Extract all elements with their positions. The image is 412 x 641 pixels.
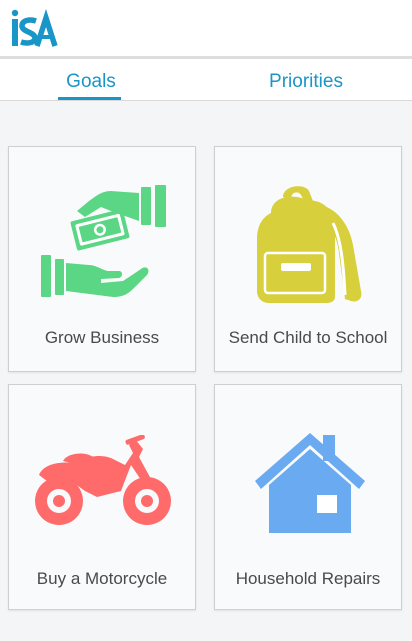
goal-card-buy-a-motorcycle[interactable]: Buy a Motorcycle (8, 384, 196, 610)
money-hand-icon (41, 185, 166, 297)
goal-label: Send Child to School (228, 328, 388, 347)
goal-label: Household Repairs (235, 569, 381, 588)
isa-logo (11, 9, 58, 47)
tab-priorities[interactable]: Priorities (200, 59, 412, 100)
backpack-icon (257, 186, 362, 303)
goal-label: Buy a Motorcycle (36, 569, 168, 588)
house-icon (255, 433, 365, 533)
app-header (0, 0, 412, 59)
tab-goals[interactable]: Goals (0, 59, 182, 100)
motorcycle-icon (35, 435, 171, 525)
goal-card-send-child-to-school[interactable]: Send Child to School (214, 146, 402, 372)
goal-card-household-repairs[interactable]: Household Repairs (214, 384, 402, 610)
goal-label: Grow Business (44, 328, 160, 347)
tab-bar: Goals Priorities (0, 59, 412, 101)
active-tab-indicator (58, 97, 121, 100)
goal-card-grow-business[interactable]: Grow Business (8, 146, 196, 372)
